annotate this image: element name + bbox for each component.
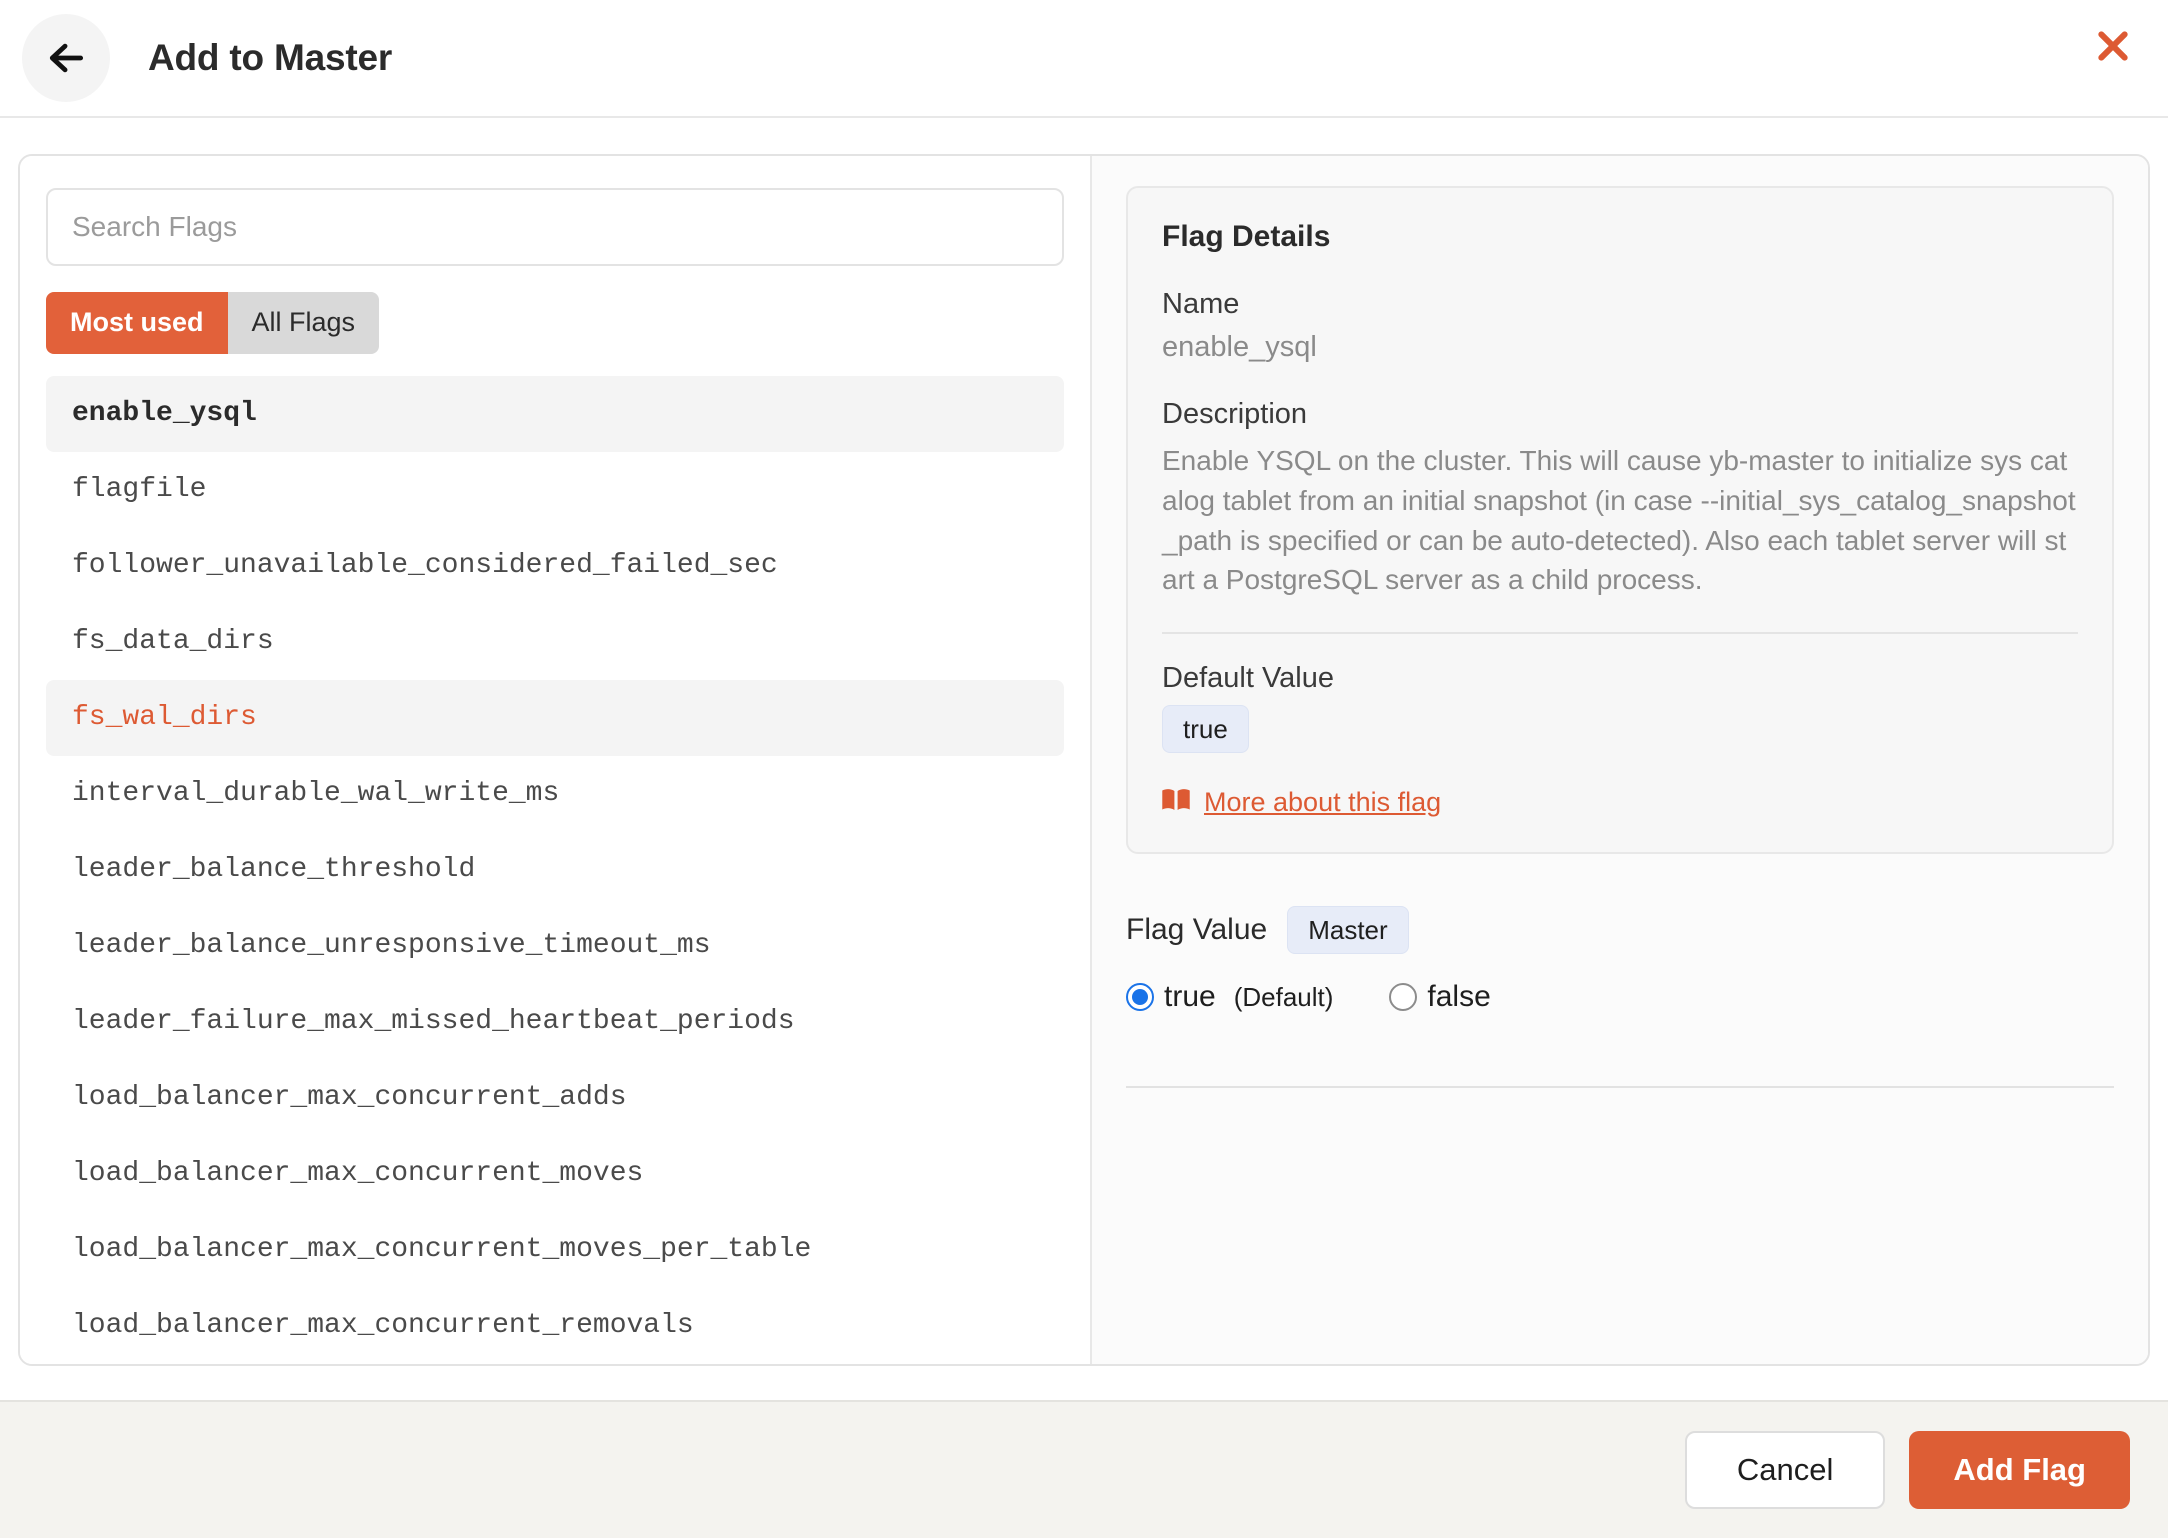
content-card: Most used All Flags enable_ysqlflagfilef…: [18, 154, 2150, 1366]
more-about-flag-row[interactable]: More about this flag: [1162, 787, 2078, 818]
flag-value-radio-false[interactable]: false: [1389, 980, 1490, 1014]
modal-header: Add to Master: [0, 0, 2168, 118]
add-flag-modal: Add to Master Most used All Flags enable…: [0, 0, 2168, 1538]
flag-list-item[interactable]: enable_ysql: [46, 376, 1064, 452]
radio-label: true: [1164, 980, 1216, 1014]
details-divider: [1162, 632, 2078, 634]
radio-indicator[interactable]: [1389, 983, 1417, 1011]
flag-list-item[interactable]: load_balancer_max_concurrent_adds: [46, 1060, 1064, 1136]
flag-browser-pane: Most used All Flags enable_ysqlflagfilef…: [20, 156, 1092, 1364]
arrow-left-icon: [44, 36, 88, 80]
radio-label: false: [1427, 980, 1490, 1014]
flag-list-item[interactable]: leader_balance_unresponsive_timeout_ms: [46, 908, 1064, 984]
flag-list-item[interactable]: interval_durable_wal_write_ms: [46, 756, 1064, 832]
description-value: Enable YSQL on the cluster. This will ca…: [1162, 441, 2078, 600]
filter-toggle-group: Most used All Flags: [46, 292, 1064, 354]
cancel-button[interactable]: Cancel: [1685, 1431, 1886, 1509]
flag-scope-chip: Master: [1287, 906, 1408, 954]
flag-list[interactable]: enable_ysqlflagfilefollower_unavailable_…: [46, 376, 1064, 1364]
flag-value-label: Flag Value: [1126, 913, 1267, 947]
flag-list-item[interactable]: load_balancer_max_concurrent_moves: [46, 1136, 1064, 1212]
search-input[interactable]: [46, 188, 1064, 266]
flag-details-pane: Flag Details Name enable_ysql Descriptio…: [1092, 156, 2148, 1364]
flag-list-item[interactable]: fs_data_dirs: [46, 604, 1064, 680]
flag-value-radio-true[interactable]: true (Default): [1126, 980, 1333, 1014]
default-value-label: Default Value: [1162, 662, 2078, 695]
book-icon: [1162, 788, 1190, 817]
flag-list-item[interactable]: leader_failure_max_missed_heartbeat_peri…: [46, 984, 1064, 1060]
default-value-chip: true: [1162, 705, 1249, 753]
flag-details-card: Flag Details Name enable_ysql Descriptio…: [1126, 186, 2114, 854]
flag-value-divider: [1126, 1086, 2114, 1088]
radio-label-suffix: (Default): [1234, 982, 1334, 1013]
modal-footer: Cancel Add Flag: [0, 1400, 2168, 1538]
flag-list-item[interactable]: flagfile: [46, 452, 1064, 528]
flag-details-heading: Flag Details: [1162, 220, 2078, 254]
name-value: enable_ysql: [1162, 331, 2078, 364]
flag-list-item[interactable]: load_balancer_max_concurrent_removals: [46, 1288, 1064, 1364]
more-about-flag-link[interactable]: More about this flag: [1204, 787, 1441, 818]
flag-value-header: Flag Value Master: [1126, 906, 2114, 954]
flag-list-item[interactable]: leader_balance_threshold: [46, 832, 1064, 908]
filter-all-flags-button[interactable]: All Flags: [228, 292, 380, 354]
close-button[interactable]: [2090, 24, 2136, 70]
close-x-icon: [2093, 26, 2133, 69]
flag-list-item[interactable]: follower_unavailable_considered_failed_s…: [46, 528, 1064, 604]
modal-body: Most used All Flags enable_ysqlflagfilef…: [0, 118, 2168, 1400]
page-title: Add to Master: [148, 37, 392, 79]
flag-list-item[interactable]: load_balancer_max_concurrent_moves_per_t…: [46, 1212, 1064, 1288]
flag-value-section: Flag Value Master true (Default) false: [1126, 906, 2114, 1014]
flag-value-radio-group[interactable]: true (Default) false: [1126, 980, 2114, 1014]
back-button[interactable]: [22, 14, 110, 102]
filter-most-used-button[interactable]: Most used: [46, 292, 228, 354]
description-label: Description: [1162, 398, 2078, 431]
flag-list-item[interactable]: fs_wal_dirs: [46, 680, 1064, 756]
radio-indicator[interactable]: [1126, 983, 1154, 1011]
add-flag-button[interactable]: Add Flag: [1909, 1431, 2130, 1509]
name-label: Name: [1162, 288, 2078, 321]
